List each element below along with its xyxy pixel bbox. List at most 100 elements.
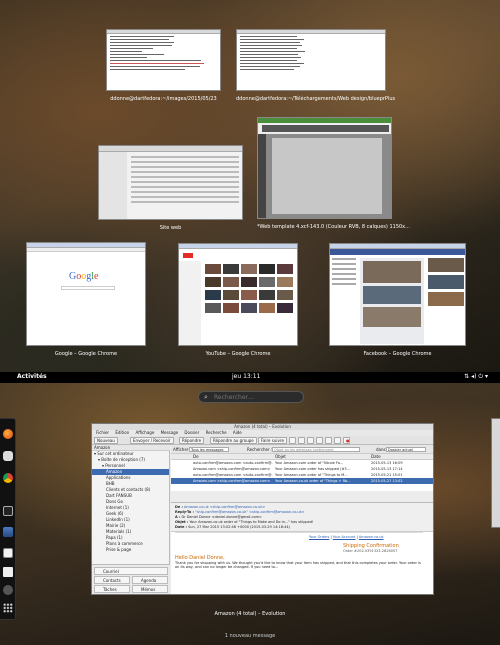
your-account-link[interactable]: Your Account [333, 535, 356, 539]
message-list[interactable]: De Objet Date auto-confirm@amazon.com <a… [171, 454, 433, 491]
memos-button[interactable]: Mémos [132, 585, 168, 593]
show-select[interactable]: Tous les messages [189, 447, 229, 452]
amazon-link[interactable]: Amazon.co.uk [359, 535, 384, 539]
evolution-window[interactable]: Amazon (4 total) – Evolution Fichier Édi… [91, 423, 434, 595]
new-button[interactable]: Nouveau [94, 437, 118, 444]
window-thumbnail-file-manager[interactable]: Site web [98, 145, 243, 231]
stop-icon[interactable]: ● [343, 437, 350, 444]
menu-edit[interactable]: Édition [115, 430, 129, 435]
to-value: Dr Daniel Donne <daniel.donne@gmail.com> [181, 515, 262, 519]
activities-button[interactable]: Activités [17, 373, 47, 380]
forward-button[interactable]: Faire suivre [258, 437, 287, 444]
notification-text[interactable]: 1 nouveau message [200, 633, 300, 639]
menu-view[interactable]: Affichage [135, 430, 154, 435]
youtube-preview [178, 243, 298, 346]
folder-tree[interactable]: ▾ Sur cet ordinateur ▾ Boîte de réception… [92, 451, 170, 594]
to-label: À : [175, 515, 181, 519]
your-orders-link[interactable]: Your Orders [309, 535, 329, 539]
menu-search[interactable]: Recherche [206, 430, 227, 435]
delete-icon[interactable] [298, 437, 305, 444]
window-caption: *Web template 4.xcf-143.0 (Couleur RVB, … [257, 224, 410, 230]
search-label: Rechercher : [247, 447, 273, 452]
dash [0, 418, 16, 620]
message-subject: Your Amazon.co.uk order of "Things + Rb.… [275, 479, 351, 483]
top-bar: Activités jeu 13:11 ⇅ ◂) ⏻ ▾ [0, 372, 500, 383]
menu-folder[interactable]: Dossier [184, 430, 199, 435]
show-apps-icon[interactable] [3, 603, 13, 613]
software-icon[interactable] [3, 567, 13, 577]
window-thumbnail-gimp[interactable]: *Web template 4.xcf-143.0 (Couleur RVB, … [257, 117, 410, 230]
folder-item[interactable]: Prise & page [92, 547, 169, 553]
clock[interactable]: jeu 13:11 [232, 373, 260, 380]
calendar-button[interactable]: Agenda [132, 576, 168, 584]
subject-value: Your Amazon.co.uk order of "Things to Ma… [189, 520, 314, 524]
from-value[interactable]: Amazon.co.uk <ship-confirm@amazon.co.uk> [184, 505, 265, 509]
mail-button[interactable]: Courriel [94, 567, 168, 575]
date-value: Sun, 27 Mar 2015 13:02:46 +0000 (2015-03… [188, 525, 290, 529]
nautilus-icon[interactable] [3, 451, 13, 461]
window-caption: ddonne@dartfedora:~/Téléchargements/Web … [236, 96, 396, 102]
filter-bar: Afficher : Tous les messages Rechercher … [171, 445, 433, 454]
send-receive-button[interactable]: Envoyer / Recevoir [130, 437, 174, 444]
settings-icon[interactable] [3, 585, 13, 595]
message-date: 2015-05-27 13:02 [371, 479, 403, 483]
terminal-preview [236, 29, 386, 91]
subject-label: Objet : [175, 520, 189, 524]
next-workspace-preview[interactable] [491, 418, 500, 528]
terminal-preview [106, 29, 221, 91]
tasks-button[interactable]: Tâches [94, 585, 130, 593]
menu-file[interactable]: Fichier [96, 430, 109, 435]
replyto-label: Reply-To : [175, 510, 194, 514]
from-label: De : [175, 505, 183, 509]
search-box[interactable]: ⌕ [198, 391, 304, 403]
gimp-preview [257, 117, 392, 219]
column-subject[interactable]: Objet [275, 454, 286, 459]
facebook-preview [329, 243, 466, 346]
column-from[interactable]: De [193, 454, 199, 459]
replyto-value[interactable]: "ship-confirm@amazon.co.uk" <ship-confir… [195, 510, 305, 514]
window-thumbnail-terminal-images[interactable]: ddonne@dartfedora:~/images/2015/05/23 [106, 29, 221, 102]
window-caption-evolution: Amazon (4 total) – Evolution [214, 611, 286, 617]
system-status-icons[interactable]: ⇅ ◂) ⏻ ▾ [464, 373, 488, 381]
message-row[interactable]: Amazon.com <ship-confirm@amazon.com> Your… [171, 478, 433, 484]
order-number: Order #202-5391323-2826057 [343, 549, 398, 553]
chrome-icon[interactable] [3, 473, 13, 483]
search-icon: ⌕ [204, 393, 208, 401]
reply-button[interactable]: Répondre [179, 437, 205, 444]
window-thumbnail-facebook[interactable]: Facebook – Google Chrome [329, 243, 466, 357]
window-thumbnail-google-chrome[interactable]: Google Google – Google Chrome [26, 242, 146, 357]
toolbar: Nouveau Envoyer / Recevoir Répondre Répo… [92, 436, 433, 445]
mail-search-input[interactable]: Objet ou les adresses contiennent [272, 447, 360, 452]
menu-message[interactable]: Message [161, 430, 179, 435]
in-label: dans [376, 447, 386, 452]
terminal-icon[interactable] [3, 506, 13, 516]
window-caption: Facebook – Google Chrome [363, 351, 432, 357]
google-logo: Google [69, 271, 99, 282]
message-from: Amazon.com <ship-confirm@amazon.com> [193, 479, 271, 483]
google-preview: Google [26, 242, 146, 346]
thunderbird-icon[interactable] [3, 527, 13, 537]
window-thumbnail-terminal-blueprint[interactable]: ddonne@dartfedora:~/Téléchargements/Web … [236, 29, 395, 102]
contacts-button[interactable]: Contacts [94, 576, 130, 584]
previous-icon[interactable] [325, 437, 332, 444]
window-caption: Site web [159, 225, 182, 231]
print-icon[interactable] [289, 437, 296, 444]
file-manager-preview [98, 145, 243, 220]
message-headers: De : Amazon.co.uk <ship-confirm@amazon.c… [171, 502, 433, 532]
message-body: Your Orders | Your Account | Amazon.co.u… [171, 532, 433, 594]
menu-help[interactable]: Aide [233, 430, 242, 435]
window-thumbnail-youtube[interactable]: YouTube – Google Chrome [178, 243, 298, 357]
scope-select[interactable]: Dossier actuel [386, 447, 426, 452]
window-caption: ddonne@dartfedora:~/images/2015/05/23 [110, 96, 217, 102]
text-editor-icon[interactable] [3, 548, 13, 558]
reply-group-button[interactable]: Répondre au groupe [210, 437, 257, 444]
firefox-icon[interactable] [3, 429, 13, 439]
date-label: Date : [175, 525, 187, 529]
not-junk-icon[interactable] [316, 437, 323, 444]
column-date[interactable]: Date [371, 454, 381, 459]
junk-icon[interactable] [307, 437, 314, 444]
search-input[interactable] [214, 393, 299, 402]
next-icon[interactable] [334, 437, 341, 444]
body-text: Thank you for shopping with us. We thoug… [175, 561, 421, 569]
window-caption: YouTube – Google Chrome [205, 351, 271, 357]
